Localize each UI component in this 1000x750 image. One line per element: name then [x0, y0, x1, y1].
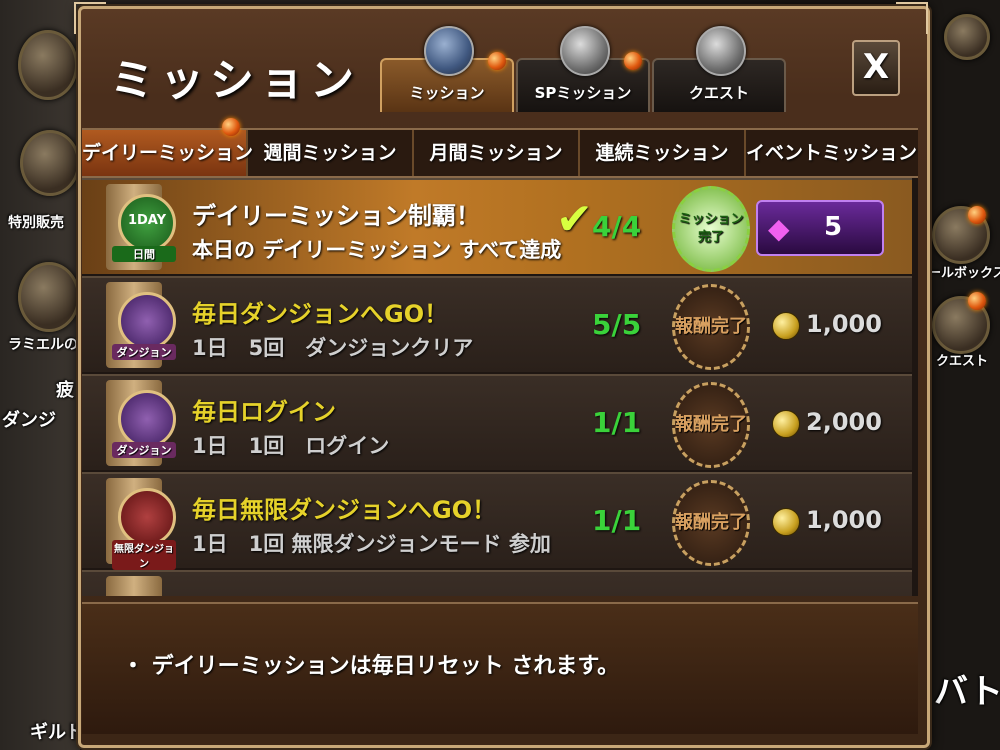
- scroll-emblem-icon: [424, 26, 474, 76]
- coin-icon: [772, 312, 800, 340]
- mission-list[interactable]: 1DAY 日間 デイリーミッション制覇！ 本日の デイリーミッション すべて達成…: [82, 178, 918, 596]
- side-avatar-icon[interactable]: [18, 30, 78, 100]
- reward-complete-stamp: 報酬完了: [672, 382, 750, 468]
- mission-desc: 1日 1回 ログイン: [192, 434, 390, 458]
- reward-complete-stamp: 報酬完了: [672, 480, 750, 566]
- side-label-dungeon: ダンジ: [2, 410, 56, 431]
- side-label-guild[interactable]: ギルド: [30, 718, 84, 744]
- mission-desc: 1日 5回 ダンジョンクリア: [192, 336, 474, 360]
- coin-icon: [772, 410, 800, 438]
- mission-progress: 4/4: [592, 210, 642, 243]
- mission-complete-stamp[interactable]: ミッション完了: [672, 186, 750, 272]
- badge-label: 日間: [112, 246, 176, 262]
- sub-tab-bar: デイリーミッション 週間ミッション 月間ミッション 連続ミッション イベントミッ…: [82, 128, 918, 178]
- subtab-weekly[interactable]: 週間ミッション: [248, 130, 414, 176]
- notification-dot-tab-mission: [488, 52, 506, 70]
- mission-desc: 1日 1回 無限ダンジョンモード 参加: [192, 532, 551, 556]
- side-label-special-sale[interactable]: 特別販売: [8, 212, 64, 232]
- subtab-consecutive[interactable]: 連続ミッション: [580, 130, 746, 176]
- subtab-daily[interactable]: デイリーミッション: [82, 130, 253, 176]
- 1day-badge-icon: 1DAY: [118, 194, 176, 252]
- mission-row: 1DAY 日間 デイリーミッション制覇！ 本日の デイリーミッション すべて達成…: [82, 178, 912, 274]
- side-label-quest[interactable]: クエスト: [936, 350, 988, 369]
- dungeon-badge-icon: [118, 292, 176, 350]
- mission-row: ダンジョン 毎日ダンジョンへGO！ 1日 5回 ダンジョンクリア 5/5 報酬完…: [82, 276, 912, 372]
- mission-row-partial: [82, 570, 912, 596]
- coin-icon: [772, 508, 800, 536]
- reward-amount: 5: [824, 212, 843, 242]
- notification-dot-subtab-daily: [222, 118, 240, 136]
- checkmark-icon: ✔: [556, 194, 593, 245]
- notification-dot-quest: [968, 292, 986, 310]
- gem-reward[interactable]: ◆ 5: [756, 200, 884, 256]
- treasure-chest-icon[interactable]: [20, 130, 80, 196]
- badge-day-text: 1DAY: [127, 213, 167, 228]
- badge-label: ダンジョン: [112, 344, 176, 360]
- dungeon-badge-icon: [118, 390, 176, 448]
- mission-row: ダンジョン 毎日ログイン 1日 1回 ログイン 1/1 報酬完了 2,000: [82, 374, 912, 470]
- tab-quest[interactable]: クエスト: [652, 26, 786, 112]
- footer-info: ・ デイリーミッションは毎日リセット されます。: [82, 602, 918, 734]
- subtab-monthly[interactable]: 月間ミッション: [414, 130, 580, 176]
- page-title: ミッション: [110, 55, 360, 106]
- scroll-banner-icon: [106, 576, 162, 596]
- reward-amount: 2,000: [806, 408, 882, 436]
- daily-reset-note: ・ デイリーミッションは毎日リセット されます。: [122, 654, 620, 679]
- mission-progress: 5/5: [592, 308, 642, 341]
- side-label-fatigue: 疲: [56, 380, 74, 401]
- notification-dot-mailbox: [968, 206, 986, 224]
- tab-sp-mission-label: SPミッション: [534, 84, 632, 102]
- mission-progress: 1/1: [592, 504, 642, 537]
- notification-dot-tab-sp: [624, 52, 642, 70]
- battle-button[interactable]: バトル: [934, 664, 1000, 713]
- side-label-mailbox[interactable]: ールボックス: [928, 262, 1000, 281]
- panel-corner-ornament: [74, 2, 106, 34]
- badge-label: ダンジョン: [112, 442, 176, 458]
- mission-progress: 1/1: [592, 406, 642, 439]
- knight-emblem-icon: [560, 26, 610, 76]
- left-sidebar: [0, 0, 80, 750]
- tab-mission-label: ミッション: [409, 84, 485, 102]
- reward-amount: 1,000: [806, 506, 882, 534]
- mission-row: 無限ダンジョン 毎日無限ダンジョンへGO！ 1日 1回 無限ダンジョンモード 参…: [82, 472, 912, 570]
- badge-label: 無限ダンジョン: [112, 540, 176, 570]
- tab-quest-label: クエスト: [688, 84, 749, 102]
- infinite-dungeon-badge-icon: [118, 488, 176, 546]
- ramiel-icon[interactable]: [18, 262, 80, 332]
- panel-corner-ornament: [896, 2, 928, 34]
- mission-title: デイリーミッション制覇！: [192, 202, 480, 230]
- subtab-event[interactable]: イベントミッション: [746, 130, 917, 176]
- gem-icon: ◆: [768, 212, 790, 245]
- mission-title: 毎日ログイン: [192, 398, 336, 426]
- gear-icon[interactable]: [944, 14, 990, 60]
- mission-desc: 本日の デイリーミッション すべて達成: [192, 238, 562, 262]
- mission-title: 毎日無限ダンジョンへGO！: [192, 496, 497, 524]
- reward-amount: 1,000: [806, 310, 882, 338]
- skull-emblem-icon: [696, 26, 746, 76]
- close-button[interactable]: X: [852, 40, 900, 96]
- mission-title: 毎日ダンジョンへGO！: [192, 300, 449, 328]
- reward-complete-stamp: 報酬完了: [672, 284, 750, 370]
